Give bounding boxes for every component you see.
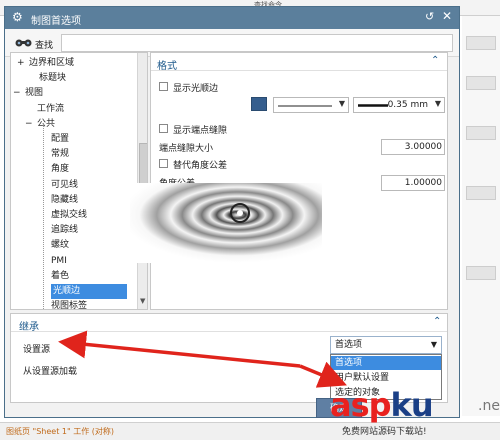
chevron-down-icon: ▼	[434, 99, 441, 108]
watermark-tagline: 免费网站源码下载站!	[342, 427, 427, 437]
show-smooth-edges-checkbox[interactable]	[159, 82, 168, 91]
angle-tolerance-input[interactable]: 1.00000	[381, 175, 445, 191]
tree-item[interactable]: 视图标签	[51, 299, 87, 309]
format-panel-header[interactable]: 格式 ⌃	[151, 53, 447, 72]
tree-item[interactable]: 角度	[51, 162, 69, 177]
binoculars-icon	[15, 39, 32, 47]
chevron-down-icon: ▼	[430, 340, 437, 349]
toolbar-slot[interactable]	[466, 266, 496, 280]
watermark-logo: aspku	[330, 386, 434, 424]
line-color-swatch[interactable]	[251, 97, 267, 111]
dialog-title: 制图首选项	[31, 16, 81, 27]
line-width-select[interactable]: 0.35 mm ▼	[353, 97, 445, 113]
tree-item[interactable]: 可见线	[51, 178, 78, 193]
line-width-value: 0.35 mm	[387, 100, 428, 110]
find-input[interactable]	[61, 34, 453, 52]
line-style-select[interactable]: ▼	[273, 97, 349, 113]
chevron-up-icon[interactable]: ⌃	[433, 316, 441, 327]
tree-expander-icon[interactable]: −	[13, 86, 21, 101]
tree-item[interactable]: 工作流	[37, 102, 64, 117]
site-watermark: aspku .net 免费网站源码下载站!	[330, 386, 500, 438]
tree-item[interactable]: 着色	[51, 269, 69, 284]
tree-item[interactable]: 常规	[51, 147, 69, 162]
tree-item[interactable]: 追踪线	[51, 223, 78, 238]
gear-icon: ⚙	[12, 10, 23, 24]
toolbar-slot[interactable]	[466, 186, 496, 200]
screen: 查找命令 图纸页 "Sheet 1" 工作 (对称) ⚙ 制图首选项 ↺ ✕ 查…	[0, 0, 500, 440]
format-panel: 格式 ⌃ 显示光顺边 ▼ 0.35 mm ▼ 显示端点缝隙 端点缝隙大小 3.0…	[150, 52, 448, 310]
tree-guide-line	[43, 123, 44, 309]
show-smooth-edges-label: 显示光顺边	[173, 84, 219, 94]
tree-item[interactable]: 配置	[51, 132, 69, 147]
tree-scrollbar[interactable]: ▼	[137, 53, 147, 309]
tree-item[interactable]: 标题块	[39, 71, 66, 86]
endpoint-gap-input[interactable]: 3.00000	[381, 139, 445, 155]
show-endpoint-gap-label: 显示端点缝隙	[173, 126, 228, 136]
preferences-tree: ▼ + 边界和区域 标题块 − 视图 工作流 − 公共 配置 常规 角度 可见线 隐藏线 虚拟交线 追踪线螺…	[10, 52, 148, 310]
watermark-suffix: .net	[478, 398, 500, 414]
tree-item[interactable]: 隐藏线	[51, 193, 78, 208]
find-label: 查找	[35, 41, 54, 51]
line-style-preview	[278, 105, 332, 107]
toolbar-slot[interactable]	[466, 76, 496, 90]
line-width-preview	[358, 104, 388, 107]
settings-source-select[interactable]: 首选项 ▼	[330, 336, 442, 354]
load-from-source-label[interactable]: 从设置源加载	[23, 364, 77, 377]
inherit-panel-header[interactable]: 继承 ⌃	[11, 314, 447, 333]
tree-item[interactable]: PMI	[51, 254, 67, 269]
format-panel-title: 格式	[157, 61, 177, 72]
tree-item[interactable]: 边界和区域	[29, 56, 74, 71]
smooth-edge-preview-image	[130, 183, 322, 263]
tree-item[interactable]: 虚拟交线	[51, 208, 87, 223]
alt-angle-tolerance-checkbox[interactable]	[159, 159, 168, 168]
dropdown-option-user-defaults[interactable]: 用户默认设置	[331, 371, 441, 385]
close-icon[interactable]: ✕	[442, 9, 452, 23]
tree-item[interactable]: 视图	[25, 86, 43, 101]
status-text: 图纸页 "Sheet 1" 工作 (对称)	[6, 427, 114, 436]
chevron-up-icon[interactable]: ⌃	[431, 55, 439, 66]
reset-icon[interactable]: ↺	[425, 10, 434, 23]
show-endpoint-gap-checkbox[interactable]	[159, 124, 168, 133]
settings-source-value: 首选项	[335, 340, 363, 350]
endpoint-gap-label: 端点缝隙大小	[159, 144, 214, 154]
inherit-panel-title: 继承	[19, 322, 39, 333]
toolbar-slot[interactable]	[466, 126, 496, 140]
chevron-down-icon: ▼	[338, 99, 345, 108]
tree-expander-icon[interactable]: +	[17, 56, 25, 71]
tree-expander-icon[interactable]: −	[25, 117, 33, 132]
tree-item[interactable]: 螺纹	[51, 238, 69, 253]
tree-item[interactable]: 公共	[37, 117, 55, 132]
scroll-down-icon[interactable]: ▼	[140, 297, 145, 305]
tree-item[interactable]: 光顺边	[51, 284, 127, 299]
dropdown-option-preferences[interactable]: 首选项	[331, 356, 441, 370]
alt-angle-tolerance-label: 替代角度公差	[173, 161, 228, 171]
app-right-toolbar	[462, 16, 500, 416]
toolbar-slot[interactable]	[466, 36, 496, 50]
dialog-titlebar[interactable]: ⚙ 制图首选项 ↺ ✕	[5, 7, 459, 29]
settings-source-label: 设置源	[23, 345, 51, 355]
